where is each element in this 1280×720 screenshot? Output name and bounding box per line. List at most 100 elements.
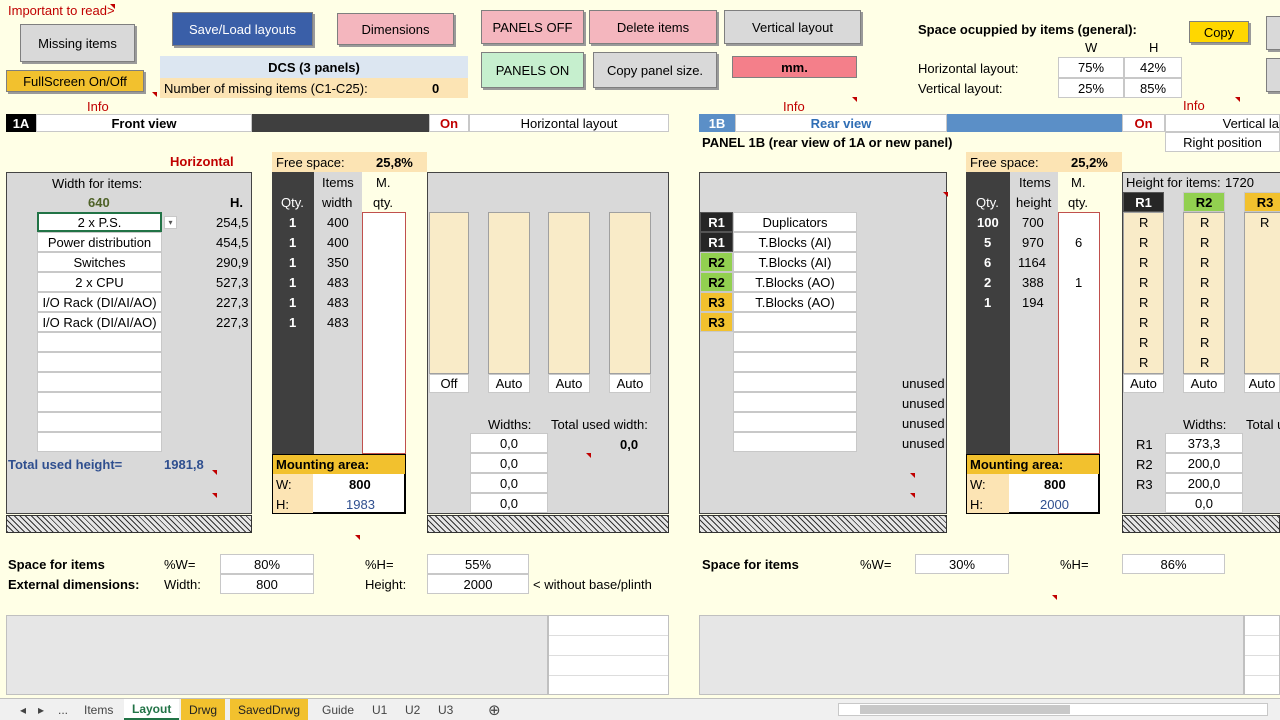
tab-next-arrow[interactable]: ▸ bbox=[30, 699, 52, 720]
col-head-r1: R1 bbox=[1123, 192, 1164, 212]
row-name-empty-4[interactable] bbox=[733, 392, 857, 412]
ext-width-1a[interactable]: 800 bbox=[220, 574, 314, 594]
row-name-empty-5[interactable] bbox=[733, 412, 857, 432]
tab-u2[interactable]: U2 bbox=[397, 699, 428, 720]
mount-h-label-1b: H: bbox=[970, 497, 983, 512]
pct-h-label-1b: %H= bbox=[1060, 557, 1089, 572]
column-mode-3[interactable]: Auto bbox=[548, 374, 590, 393]
fullscreen-toggle-button[interactable]: FullScreen On/Off bbox=[6, 70, 144, 92]
row-name-0[interactable]: Duplicators bbox=[733, 212, 857, 232]
item-name-1[interactable]: Power distribution bbox=[37, 232, 162, 252]
panel-1b-position[interactable]: Right position bbox=[1165, 132, 1280, 152]
missing-items-button[interactable]: Missing items bbox=[20, 24, 135, 62]
row-mode-r2[interactable]: Auto bbox=[1183, 374, 1225, 393]
item-name-empty-6[interactable] bbox=[37, 432, 162, 452]
r1-r-7: R bbox=[1139, 355, 1149, 370]
pct-h-1b[interactable]: 86% bbox=[1122, 554, 1225, 574]
panel-1b-subtitle: PANEL 1B (rear view of 1A or new panel) bbox=[702, 135, 953, 150]
unit-selector[interactable]: mm. bbox=[732, 56, 857, 78]
tab-saveddrwg[interactable]: SavedDrwg bbox=[230, 699, 309, 720]
dimensions-button[interactable]: Dimensions bbox=[337, 13, 454, 45]
tab-items[interactable]: Items bbox=[76, 699, 121, 720]
info-link-1[interactable]: Info bbox=[87, 99, 109, 114]
item-name-2[interactable]: Switches bbox=[37, 252, 162, 272]
item-height-5: 227,3 bbox=[216, 315, 249, 330]
item-name-empty-2[interactable] bbox=[37, 352, 162, 372]
important-to-read-link[interactable]: Important to read> bbox=[8, 3, 115, 18]
row-name-1[interactable]: T.Blocks (AI) bbox=[733, 232, 857, 252]
mount-w-1b[interactable]: 800 bbox=[1044, 477, 1066, 492]
tab-u3[interactable]: U3 bbox=[430, 699, 461, 720]
qty-1b-0: 100 bbox=[977, 215, 999, 230]
preview-col-2 bbox=[488, 212, 530, 374]
ext-height-1a[interactable]: 2000 bbox=[427, 574, 529, 594]
pct-h-1a[interactable]: 55% bbox=[427, 554, 529, 574]
row-name-5[interactable] bbox=[733, 312, 857, 332]
tab-u1[interactable]: U1 bbox=[364, 699, 395, 720]
panel-1a-layout[interactable]: Horizontal layout bbox=[469, 114, 669, 132]
pct-w-1b[interactable]: 30% bbox=[915, 554, 1009, 574]
row-mode-r1[interactable]: Auto bbox=[1123, 374, 1164, 393]
item-name-5[interactable]: I/O Rack (DI/AI/AO) bbox=[37, 312, 162, 332]
pct-w-1a[interactable]: 80% bbox=[220, 554, 314, 574]
scrollbar-thumb[interactable] bbox=[860, 705, 1070, 714]
delete-items-button[interactable]: Delete items bbox=[589, 10, 717, 44]
notes-area-1b[interactable] bbox=[699, 615, 1244, 695]
panel-1a-base-left bbox=[6, 515, 252, 533]
info-link-3[interactable]: Info bbox=[1183, 98, 1205, 113]
tab-more[interactable]: ... bbox=[50, 699, 76, 720]
row-name-empty-6[interactable] bbox=[733, 432, 857, 452]
external-dimensions-label: External dimensions: bbox=[8, 577, 140, 592]
panel-1b-on-toggle[interactable]: On bbox=[1122, 114, 1165, 132]
r1-r-5: R bbox=[1139, 315, 1149, 330]
item-height-2: 290,9 bbox=[216, 255, 249, 270]
comment-marker bbox=[1052, 595, 1057, 600]
height-1b-1: 970 bbox=[1022, 235, 1044, 250]
mount-w-label-1a: W: bbox=[276, 477, 292, 492]
row-mode-r3[interactable]: Auto bbox=[1244, 374, 1280, 393]
panel-1a-base-right bbox=[427, 515, 669, 533]
r1-r-4: R bbox=[1139, 295, 1149, 310]
panel-1b-layout[interactable]: Vertical la bbox=[1165, 114, 1280, 132]
tab-guide[interactable]: Guide bbox=[314, 699, 362, 720]
row-name-4[interactable]: T.Blocks (AO) bbox=[733, 292, 857, 312]
items-header-1b: Items bbox=[1019, 175, 1051, 190]
column-mode-4[interactable]: Auto bbox=[609, 374, 651, 393]
panels-off-button[interactable]: PANELS OFF bbox=[481, 10, 584, 44]
height-header-1b: height bbox=[1016, 195, 1052, 210]
item-name-empty-3[interactable] bbox=[37, 372, 162, 392]
item-name-0[interactable]: 2 x P.S. bbox=[37, 212, 162, 232]
total-used-height-value: 1981,8 bbox=[164, 457, 204, 472]
row-name-2[interactable]: T.Blocks (AI) bbox=[733, 252, 857, 272]
copy-panel-size-button[interactable]: Copy panel size. bbox=[593, 52, 717, 88]
item-name-empty-1[interactable] bbox=[37, 332, 162, 352]
save-load-layouts-button[interactable]: Save/Load layouts bbox=[172, 12, 313, 46]
dropdown-arrow[interactable]: ▾ bbox=[164, 216, 177, 229]
items-header: Items bbox=[322, 175, 354, 190]
column-mode-1[interactable]: Off bbox=[429, 374, 469, 393]
item-height-4: 227,3 bbox=[216, 295, 249, 310]
copy-button[interactable]: Copy bbox=[1189, 21, 1249, 43]
tab-drwg[interactable]: Drwg bbox=[181, 699, 226, 720]
panels-on-button[interactable]: PANELS ON bbox=[481, 52, 584, 88]
vertical-layout-button[interactable]: Vertical layout bbox=[724, 10, 861, 44]
row-name-empty-1[interactable] bbox=[733, 332, 857, 352]
notes-area-1a[interactable] bbox=[6, 615, 548, 695]
edge-button-1[interactable] bbox=[1266, 16, 1280, 50]
column-mode-2[interactable]: Auto bbox=[488, 374, 530, 393]
item-name-empty-5[interactable] bbox=[37, 412, 162, 432]
panel-1a-on-toggle[interactable]: On bbox=[429, 114, 469, 132]
item-name-3[interactable]: 2 x CPU bbox=[37, 272, 162, 292]
mount-w-1a[interactable]: 800 bbox=[349, 477, 371, 492]
tab-layout[interactable]: Layout bbox=[124, 699, 180, 720]
height-for-items-value: 1720 bbox=[1225, 175, 1254, 190]
row-name-empty-3[interactable] bbox=[733, 372, 857, 392]
width-5: 483 bbox=[327, 315, 349, 330]
item-name-4[interactable]: I/O Rack (DI/AI/AO) bbox=[37, 292, 162, 312]
item-name-empty-4[interactable] bbox=[37, 392, 162, 412]
row-name-3[interactable]: T.Blocks (AO) bbox=[733, 272, 857, 292]
row-name-empty-2[interactable] bbox=[733, 352, 857, 372]
edge-button-2[interactable] bbox=[1266, 58, 1280, 92]
add-sheet-icon[interactable]: ⊕ bbox=[480, 699, 509, 720]
info-link-2[interactable]: Info bbox=[783, 99, 805, 114]
